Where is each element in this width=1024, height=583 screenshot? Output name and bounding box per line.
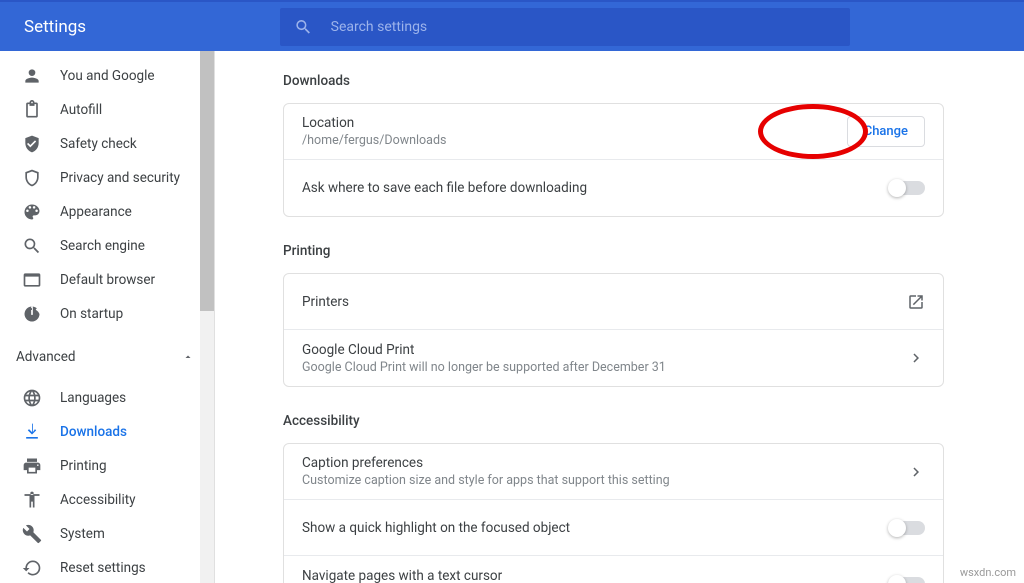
ask-where-label: Ask where to save each file before downl… xyxy=(302,180,889,196)
gcp-label: Google Cloud Print xyxy=(302,342,907,358)
shield-check-icon xyxy=(22,134,42,154)
watermark: wsxdn.com xyxy=(960,566,1016,579)
highlight-label: Show a quick highlight on the focused ob… xyxy=(302,520,889,536)
browser-icon xyxy=(22,270,42,290)
highlight-toggle[interactable] xyxy=(889,521,925,535)
sidebar-item-search-engine[interactable]: Search engine xyxy=(0,229,214,263)
caret-toggle[interactable] xyxy=(889,577,925,583)
sidebar-item-label: Languages xyxy=(60,390,126,406)
downloads-card: Location /home/fergus/Downloads Change A… xyxy=(283,103,944,217)
power-icon xyxy=(22,304,42,324)
download-icon xyxy=(22,422,42,442)
accessibility-icon xyxy=(22,490,42,510)
restore-icon xyxy=(22,558,42,578)
sidebar-item-downloads[interactable]: Downloads xyxy=(0,415,214,449)
ask-where-toggle[interactable] xyxy=(889,181,925,195)
sidebar: You and Google Autofill Safety check Pri… xyxy=(0,51,215,583)
sidebar-item-safety-check[interactable]: Safety check xyxy=(0,127,214,161)
section-heading-downloads: Downloads xyxy=(283,73,944,89)
change-button[interactable]: Change xyxy=(847,116,925,147)
row-highlight: Show a quick highlight on the focused ob… xyxy=(284,500,943,556)
chevron-up-icon xyxy=(182,351,194,363)
row-printers[interactable]: Printers xyxy=(284,274,943,330)
row-location: Location /home/fergus/Downloads Change xyxy=(284,104,943,160)
external-link-icon xyxy=(907,293,925,311)
row-ask-where: Ask where to save each file before downl… xyxy=(284,160,943,216)
advanced-label: Advanced xyxy=(16,349,76,365)
row-caret: Navigate pages with a text cursor To tur… xyxy=(284,556,943,583)
sidebar-item-label: Printing xyxy=(60,458,107,474)
sidebar-item-label: Privacy and security xyxy=(60,170,180,186)
gcp-sub: Google Cloud Print will no longer be sup… xyxy=(302,360,907,375)
sidebar-item-printing[interactable]: Printing xyxy=(0,449,214,483)
shield-icon xyxy=(22,168,42,188)
sidebar-item-label: Downloads xyxy=(60,424,127,440)
accessibility-card: Caption preferences Customize caption si… xyxy=(283,443,944,583)
sidebar-item-reset[interactable]: Reset settings xyxy=(0,551,214,583)
sidebar-scrollbar[interactable] xyxy=(200,51,214,583)
sidebar-item-on-startup[interactable]: On startup xyxy=(0,297,214,331)
captions-sub: Customize caption size and style for app… xyxy=(302,473,907,488)
person-icon xyxy=(22,66,42,86)
page-title: Settings xyxy=(0,17,280,37)
sidebar-item-languages[interactable]: Languages xyxy=(0,381,214,415)
topbar: Settings xyxy=(0,0,1024,51)
sidebar-item-privacy[interactable]: Privacy and security xyxy=(0,161,214,195)
section-heading-printing: Printing xyxy=(283,243,944,259)
row-captions[interactable]: Caption preferences Customize caption si… xyxy=(284,444,943,500)
sidebar-item-label: Accessibility xyxy=(60,492,136,508)
printing-card: Printers Google Cloud Print Google Cloud… xyxy=(283,273,944,387)
sidebar-item-autofill[interactable]: Autofill xyxy=(0,93,214,127)
sidebar-item-accessibility[interactable]: Accessibility xyxy=(0,483,214,517)
sidebar-item-label: Reset settings xyxy=(60,560,146,576)
sidebar-advanced-toggle[interactable]: Advanced xyxy=(0,337,214,373)
chevron-right-icon xyxy=(907,463,925,481)
sidebar-item-label: On startup xyxy=(60,306,123,322)
main-content: Downloads Location /home/fergus/Download… xyxy=(215,51,1024,583)
globe-icon xyxy=(22,388,42,408)
sidebar-item-appearance[interactable]: Appearance xyxy=(0,195,214,229)
search-icon xyxy=(22,236,42,256)
sidebar-item-label: Autofill xyxy=(60,102,102,118)
sidebar-item-default-browser[interactable]: Default browser xyxy=(0,263,214,297)
row-gcp[interactable]: Google Cloud Print Google Cloud Print wi… xyxy=(284,330,943,386)
caret-label: Navigate pages with a text cursor xyxy=(302,568,889,583)
location-label: Location xyxy=(302,115,847,131)
search-input[interactable] xyxy=(331,19,836,35)
sidebar-item-system[interactable]: System xyxy=(0,517,214,551)
sidebar-item-label: Safety check xyxy=(60,136,137,152)
sidebar-item-you-and-google[interactable]: You and Google xyxy=(0,59,214,93)
printers-label: Printers xyxy=(302,294,907,310)
sidebar-item-label: Appearance xyxy=(60,204,132,220)
sidebar-item-label: Default browser xyxy=(60,272,155,288)
palette-icon xyxy=(22,202,42,222)
section-heading-accessibility: Accessibility xyxy=(283,413,944,429)
search-icon xyxy=(294,17,313,37)
chevron-right-icon xyxy=(907,349,925,367)
wrench-icon xyxy=(22,524,42,544)
printer-icon xyxy=(22,456,42,476)
captions-label: Caption preferences xyxy=(302,455,907,471)
sidebar-item-label: You and Google xyxy=(60,68,155,84)
clipboard-icon xyxy=(22,100,42,120)
search-box[interactable] xyxy=(280,8,850,46)
location-path: /home/fergus/Downloads xyxy=(302,133,847,148)
sidebar-item-label: Search engine xyxy=(60,238,145,254)
sidebar-item-label: System xyxy=(60,526,105,542)
